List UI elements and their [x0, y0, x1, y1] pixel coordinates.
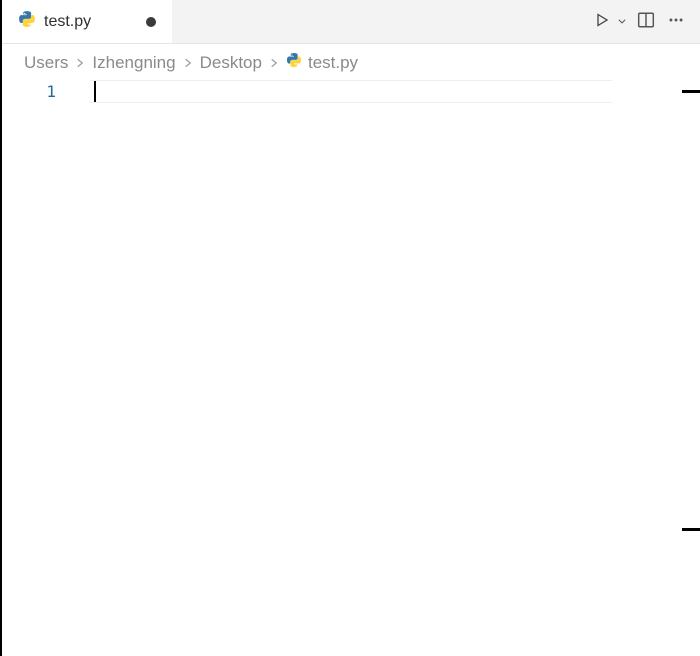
line-gutter: 1 — [2, 77, 90, 656]
minimap-mark — [682, 528, 700, 531]
tab-filename: test.py — [44, 13, 91, 31]
text-cursor — [94, 81, 96, 102]
editor-toolbar — [590, 8, 700, 36]
split-editor-button[interactable] — [632, 8, 660, 36]
minimap[interactable] — [682, 76, 700, 636]
breadcrumb-filename: test.py — [308, 53, 358, 73]
chevron-right-icon — [182, 57, 194, 69]
run-dropdown-button[interactable] — [614, 8, 630, 36]
unsaved-indicator-icon — [146, 17, 156, 27]
breadcrumb-segment[interactable]: Izhengning — [92, 53, 175, 73]
breadcrumb-segment[interactable]: Desktop — [200, 53, 262, 73]
minimap-mark — [682, 90, 700, 93]
play-icon — [594, 12, 610, 31]
breadcrumb: Users Izhengning Desktop test.py — [2, 44, 700, 77]
chevron-right-icon — [268, 57, 280, 69]
line-number: 1 — [2, 80, 90, 103]
ellipsis-icon — [667, 11, 685, 32]
code-content[interactable] — [90, 77, 700, 656]
chevron-down-icon — [617, 14, 627, 29]
current-line-highlight — [90, 80, 612, 103]
chevron-right-icon — [74, 57, 86, 69]
breadcrumb-file[interactable]: test.py — [286, 52, 358, 73]
python-file-icon — [286, 52, 302, 73]
editor-tab[interactable]: test.py — [2, 0, 172, 43]
split-editor-icon — [637, 11, 655, 32]
tab-bar: test.py — [2, 0, 700, 44]
breadcrumb-segment[interactable]: Users — [24, 53, 68, 73]
run-button[interactable] — [590, 8, 614, 36]
python-file-icon — [18, 10, 36, 33]
editor-area[interactable]: 1 — [2, 77, 700, 656]
more-actions-button[interactable] — [662, 8, 690, 36]
